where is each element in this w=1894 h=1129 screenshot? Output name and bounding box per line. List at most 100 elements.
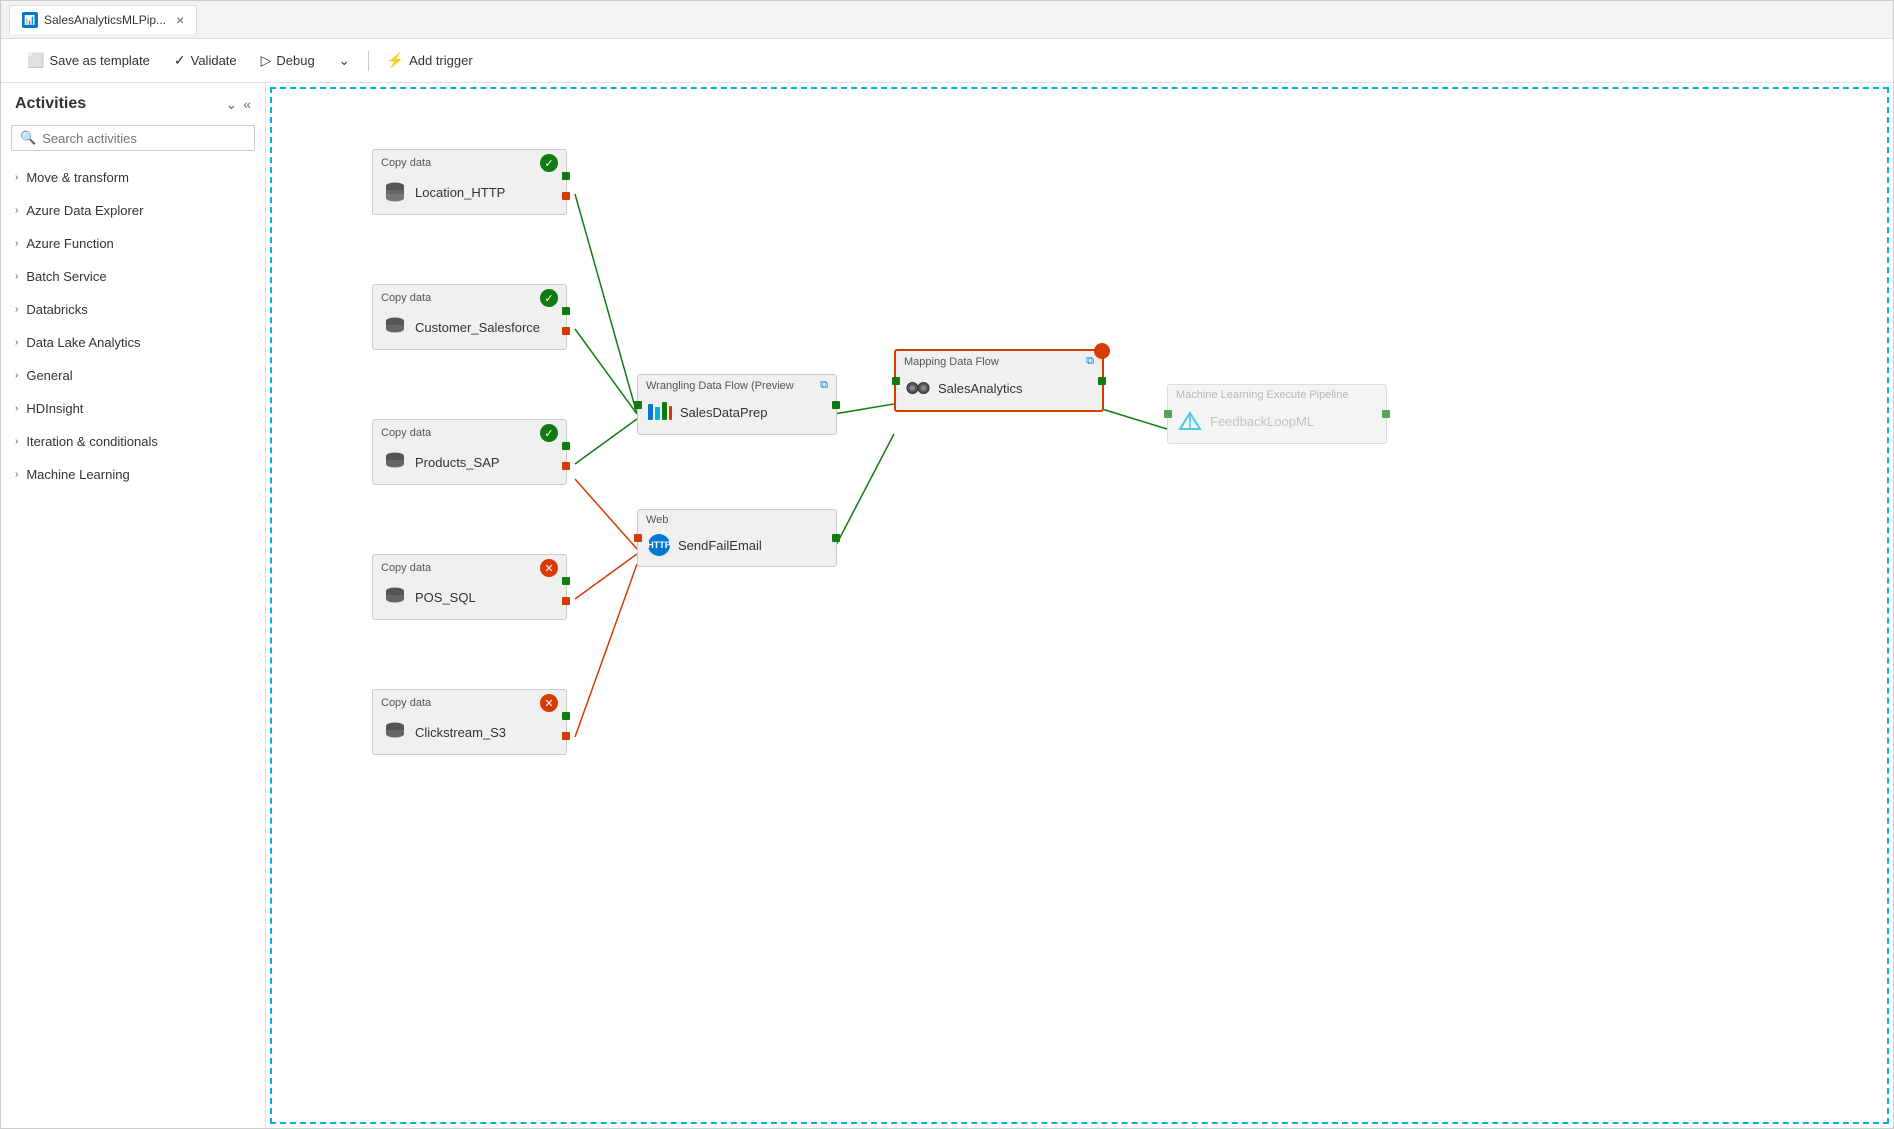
sidebar-item-databricks[interactable]: › Databricks [1, 293, 265, 326]
node-sendfailemail[interactable]: Web HTTP SendFailEmail [637, 509, 837, 567]
wrangling-icon [648, 400, 672, 424]
toolbar: ⬜ Save as template ✓ Validate ▷ Debug ⌄ … [1, 39, 1893, 83]
output-port-fail [562, 327, 570, 335]
sidebar-controls[interactable]: ⌄ « [225, 96, 251, 113]
sidebar-item-batch-service[interactable]: › Batch Service [1, 260, 265, 293]
tab-close-button[interactable]: × [176, 12, 184, 28]
add-trigger-button[interactable]: ⚡ Add trigger [377, 47, 483, 74]
search-input[interactable] [42, 131, 246, 146]
status-ok-icon: ✓ [540, 424, 558, 442]
sidebar-item-azure-data-explorer[interactable]: › Azure Data Explorer [1, 194, 265, 227]
node-type-label: Copy data [381, 697, 431, 709]
node-body: SalesDataPrep [638, 394, 836, 434]
sidebar-item-label: Azure Function [26, 236, 113, 251]
chevron-right-icon: › [15, 403, 18, 414]
external-link-icon[interactable]: ⧉ [820, 379, 828, 392]
output-port [1098, 377, 1106, 385]
sidebar-item-iteration[interactable]: › Iteration & conditionals [1, 425, 265, 458]
node-salesdataprep[interactable]: Wrangling Data Flow (Preview ⧉ [637, 374, 837, 435]
status-err-icon: ✕ [540, 559, 558, 577]
node-type-label: Wrangling Data Flow (Preview [646, 380, 794, 392]
database-icon [383, 720, 407, 744]
node-body: Customer_Salesforce [373, 309, 566, 349]
save-template-button[interactable]: ⬜ Save as template [17, 47, 160, 74]
output-port-success [562, 712, 570, 720]
node-label: Customer_Salesforce [415, 320, 540, 335]
node-label: Clickstream_S3 [415, 725, 506, 740]
sidebar-item-hdinsight[interactable]: › HDInsight [1, 392, 265, 425]
node-body: Clickstream_S3 [373, 714, 566, 754]
node-label: SendFailEmail [678, 538, 762, 553]
pipeline-tab[interactable]: 📊 SalesAnalyticsMLPip... × [9, 5, 197, 34]
output-port [832, 534, 840, 542]
external-link-icon[interactable]: ⧉ [1086, 355, 1094, 368]
debug-dropdown-button[interactable]: ⌄ [329, 48, 360, 74]
database-icon [383, 315, 407, 339]
node-body: SalesAnalytics [896, 370, 1102, 410]
node-label: POS_SQL [415, 590, 476, 605]
node-header: Wrangling Data Flow (Preview ⧉ [638, 375, 836, 394]
tab-icon: 📊 [22, 12, 38, 28]
validate-button[interactable]: ✓ Validate [164, 47, 247, 74]
node-products-sap[interactable]: Copy data ✓ Products_SAP [372, 419, 567, 485]
sidebar-item-label: Azure Data Explorer [26, 203, 143, 218]
input-port [634, 401, 642, 409]
pipeline: Copy data ✓ Location_HTTP [272, 89, 1887, 1122]
node-label: SalesAnalytics [938, 381, 1023, 396]
input-port [892, 377, 900, 385]
sidebar-item-move-transform[interactable]: › Move & transform [1, 161, 265, 194]
node-customer-salesforce[interactable]: Copy data ✓ Customer_Salesforce [372, 284, 567, 350]
search-box: 🔍 [11, 125, 255, 151]
output-port [832, 401, 840, 409]
node-header: Copy data ✓ [373, 150, 566, 174]
collapse-icon[interactable]: ⌄ [225, 96, 237, 113]
sidebar-item-label: Data Lake Analytics [26, 335, 140, 350]
node-salesanalytics[interactable]: Mapping Data Flow ⧉ SalesAnaly [894, 349, 1104, 412]
node-type-label: Copy data [381, 292, 431, 304]
node-body: FeedbackLoopML [1168, 403, 1386, 443]
status-ok-icon: ✓ [540, 289, 558, 307]
node-label: Location_HTTP [415, 185, 505, 200]
sidebar-item-data-lake[interactable]: › Data Lake Analytics [1, 326, 265, 359]
sidebar-item-azure-function[interactable]: › Azure Function [1, 227, 265, 260]
debug-button[interactable]: ▷ Debug [251, 47, 325, 74]
node-header: Machine Learning Execute Pipeline [1168, 385, 1386, 403]
debug-icon: ▷ [261, 52, 272, 69]
node-header: Copy data ✕ [373, 690, 566, 714]
node-header: Web [638, 510, 836, 528]
chevron-down-icon: ⌄ [339, 53, 350, 69]
node-type-label: Mapping Data Flow [904, 356, 999, 368]
node-type-label: Copy data [381, 157, 431, 169]
running-status-dot [1094, 343, 1110, 359]
node-header: Mapping Data Flow ⧉ [896, 351, 1102, 370]
node-body: Products_SAP [373, 444, 566, 484]
pipeline-canvas[interactable]: Copy data ✓ Location_HTTP [270, 87, 1889, 1124]
sidebar-item-label: Move & transform [26, 170, 129, 185]
chevron-right-icon: › [15, 172, 18, 183]
sidebar-item-label: Iteration & conditionals [26, 434, 158, 449]
sidebar-item-machine-learning[interactable]: › Machine Learning [1, 458, 265, 491]
output-port-success [562, 172, 570, 180]
node-type-label: Copy data [381, 427, 431, 439]
sidebar-item-label: Databricks [26, 302, 87, 317]
node-pos-sql[interactable]: Copy data ✕ POS_SQL [372, 554, 567, 620]
minimize-icon[interactable]: « [243, 96, 251, 113]
output-port-success [562, 442, 570, 450]
node-header: Copy data ✕ [373, 555, 566, 579]
search-icon: 🔍 [20, 130, 36, 146]
chevron-right-icon: › [15, 469, 18, 480]
database-icon [383, 585, 407, 609]
node-label: FeedbackLoopML [1210, 414, 1314, 429]
sidebar: Activities ⌄ « 🔍 › Move & transform › Az… [1, 83, 266, 1128]
node-header: Copy data ✓ [373, 285, 566, 309]
status-ok-icon: ✓ [540, 154, 558, 172]
chevron-right-icon: › [15, 337, 18, 348]
output-port-fail [562, 462, 570, 470]
mapping-icon [906, 376, 930, 400]
node-location-http[interactable]: Copy data ✓ Location_HTTP [372, 149, 567, 215]
node-clickstream-s3[interactable]: Copy data ✕ Clickstream_S3 [372, 689, 567, 755]
node-feedbackloopml[interactable]: Machine Learning Execute Pipeline Feedba… [1167, 384, 1387, 444]
sidebar-item-general[interactable]: › General [1, 359, 265, 392]
output-port-fail [562, 192, 570, 200]
sidebar-item-label: Machine Learning [26, 467, 129, 482]
